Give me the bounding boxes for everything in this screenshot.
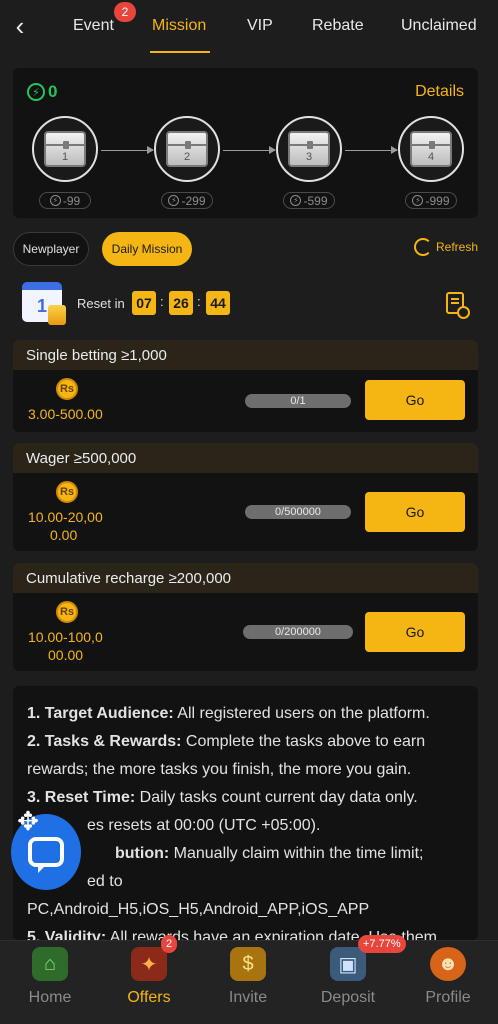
drag-move-icon[interactable]: ✥ — [13, 806, 43, 836]
rule-distribution-line2: ed to — [87, 873, 123, 890]
reward-range: 3.00-500.00 — [28, 406, 103, 422]
rule-reset-time-line2: es resets at 00:00 (UTC +05:00). — [87, 817, 321, 834]
task-card: Cumulative recharge ≥200,000 Rs 10.00-10… — [13, 563, 478, 671]
task-progress: 0/1 — [245, 394, 351, 408]
chat-icon — [28, 837, 64, 873]
refresh-icon — [414, 238, 432, 256]
energy-counter: ⚡ 0 — [27, 82, 57, 102]
rule-target-audience: 1. Target Audience: All registered users… — [27, 705, 430, 722]
task-card: Wager ≥500,000 Rs 10.00-20,00 0.00 0/500… — [13, 443, 478, 551]
reset-label: Reset in — [77, 296, 125, 311]
timer-minutes: 26 — [169, 291, 193, 315]
arrow-icon — [345, 146, 398, 154]
chest-2-cost: ⚡ -299 — [161, 192, 213, 209]
rule-reset-time: 3. Reset Time: Daily tasks count current… — [27, 789, 418, 806]
task-title: Cumulative recharge ≥200,000 — [13, 563, 478, 593]
lightning-icon: ⚡ — [49, 195, 61, 206]
task-progress: 0/500000 — [245, 505, 351, 519]
rule-distribution: bution: Manually claim within the time l… — [115, 845, 424, 862]
chevron-left-icon: ‹ — [15, 10, 25, 41]
treasure-chest-icon: 4 — [410, 131, 452, 167]
tab-mission[interactable]: Mission — [152, 0, 206, 52]
treasure-chest-icon: 1 — [44, 131, 86, 167]
home-icon: ⌂ — [32, 947, 68, 981]
arrow-icon — [223, 146, 276, 154]
chest-3-cost: ⚡ -599 — [283, 192, 335, 209]
rule-tasks-rewards: 2. Tasks & Rewards: Complete the tasks a… — [27, 733, 426, 778]
chest-1[interactable]: 1 — [32, 116, 98, 182]
gift-icon: ✦ — [131, 947, 167, 981]
chest-1-cost: ⚡ -99 — [39, 192, 91, 209]
rupee-coin-icon: Rs — [56, 601, 78, 623]
treasure-chest-icon: 3 — [288, 131, 330, 167]
go-button[interactable]: Go — [365, 380, 465, 420]
task-title: Single betting ≥1,000 — [13, 340, 478, 370]
rule-distribution-platforms: PC,Android_H5,iOS_H5,Android_APP,iOS_APP — [27, 901, 370, 918]
timer-separator: : — [160, 294, 164, 309]
chest-2[interactable]: 2 — [154, 116, 220, 182]
history-record-icon[interactable] — [446, 292, 470, 319]
daily-mission-tab[interactable]: Daily Mission — [102, 232, 192, 266]
reward-range: 10.00-20,00 0.00 — [28, 509, 103, 543]
wallet-icon: ▣ — [330, 947, 366, 981]
chest-4[interactable]: 4 — [398, 116, 464, 182]
refresh-button[interactable]: Refresh — [414, 238, 478, 256]
task-progress: 0/200000 — [243, 625, 353, 639]
tab-unclaimed[interactable]: Unclaimed — [401, 0, 477, 52]
tab-rebate[interactable]: Rebate — [312, 0, 364, 52]
go-button[interactable]: Go — [365, 492, 465, 532]
tab-vip[interactable]: VIP — [247, 0, 273, 52]
timer-separator: : — [197, 294, 201, 309]
details-link[interactable]: Details — [415, 83, 464, 101]
rupee-coin-icon: Rs — [56, 378, 78, 400]
timer-seconds: 44 — [206, 291, 230, 315]
task-title: Wager ≥500,000 — [13, 443, 478, 473]
money-bag-icon: $ — [230, 947, 266, 981]
arrow-icon — [101, 146, 154, 154]
nav-offers[interactable]: ✦ Offers 2 — [109, 935, 189, 1024]
timer-hours: 07 — [132, 291, 156, 315]
lightning-icon: ⚡ — [168, 195, 180, 206]
chest-progress-panel: ⚡ 0 Details 1 2 3 4 ⚡ -99 ⚡ -299 ⚡ -599 ⚡ -9… — [13, 68, 478, 218]
offers-badge: 2 — [161, 935, 178, 953]
nav-home[interactable]: ⌂ Home — [10, 941, 90, 1024]
deposit-bonus-badge: +7.77% — [358, 935, 406, 953]
nav-deposit[interactable]: ▣ Deposit +7.77% — [308, 935, 406, 1024]
chest-3[interactable]: 3 — [276, 116, 342, 182]
treasure-chest-icon: 2 — [166, 131, 208, 167]
event-badge: 2 — [114, 2, 136, 22]
go-button[interactable]: Go — [365, 612, 465, 652]
active-tab-indicator — [150, 51, 210, 53]
nav-invite[interactable]: $ Invite — [208, 941, 288, 1024]
back-button[interactable]: ‹ — [0, 0, 40, 52]
lightning-icon: ⚡ — [412, 195, 424, 206]
newplayer-tab[interactable]: Newplayer — [13, 232, 89, 266]
task-card: Single betting ≥1,000 Rs 3.00-500.00 0/1… — [13, 340, 478, 432]
lightning-icon: ⚡ — [290, 195, 302, 206]
chest-4-cost: ⚡ -999 — [405, 192, 457, 209]
tab-event[interactable]: Event — [73, 0, 114, 52]
coin-stack-icon — [48, 305, 66, 325]
rules-panel: 1. Target Audience: All registered users… — [13, 686, 478, 940]
reward-range: 10.00-100,0 00.00 — [28, 629, 103, 663]
nav-profile[interactable]: ☻ Profile — [408, 941, 488, 1024]
lightning-icon: ⚡ — [27, 83, 45, 101]
profile-icon: ☻ — [430, 947, 466, 981]
bottom-nav: ⌂ Home ✦ Offers 2 $ Invite ▣ Deposit +7.… — [0, 935, 498, 1024]
rupee-coin-icon: Rs — [56, 481, 78, 503]
